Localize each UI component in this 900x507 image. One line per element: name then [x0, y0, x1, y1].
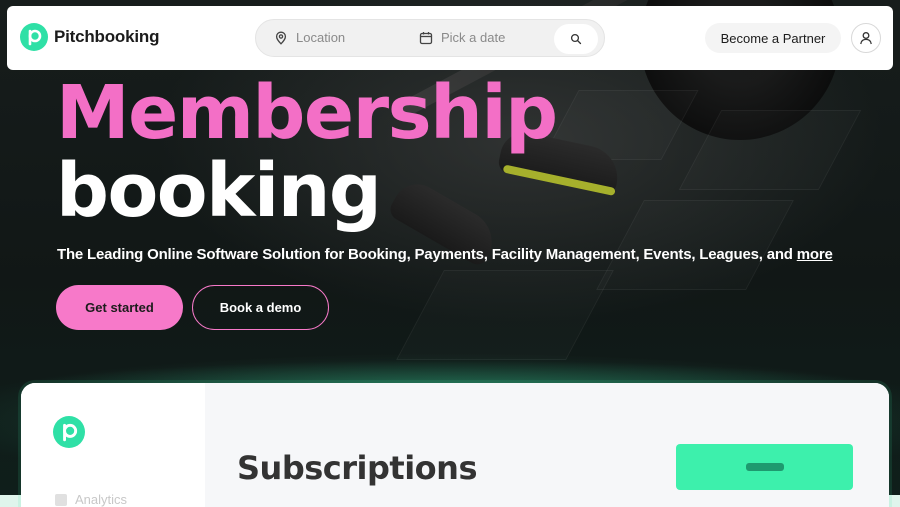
headline-line-1: Membership	[56, 70, 558, 156]
date-input[interactable]: Pick a date	[419, 30, 505, 45]
tagline-text: The Leading Online Software Solution for…	[57, 246, 797, 263]
user-icon	[860, 32, 872, 45]
top-navbar: Pitchbooking Location Pick a date Become…	[7, 6, 893, 70]
book-demo-button[interactable]: Book a demo	[192, 285, 329, 330]
preview-nav-label: Analytics	[75, 492, 128, 507]
become-partner-button[interactable]: Become a Partner	[705, 23, 841, 53]
date-placeholder: Pick a date	[441, 30, 506, 45]
location-pin-icon	[275, 31, 287, 45]
brand[interactable]: Pitchbooking	[20, 23, 159, 51]
brand-name: Pitchbooking	[54, 27, 160, 46]
headline-line-2: booking	[56, 148, 382, 234]
user-account-button[interactable]	[851, 23, 881, 53]
preview-title: Subscriptions	[237, 449, 477, 487]
location-input[interactable]: Location	[274, 30, 345, 45]
preview-logo-icon	[53, 416, 85, 448]
more-link[interactable]: more	[797, 246, 833, 263]
search-button[interactable]	[554, 24, 598, 54]
preview-action-button	[676, 444, 853, 490]
hero-tagline: The Leading Online Software Solution for…	[57, 246, 833, 263]
floor-tile	[396, 270, 614, 360]
hero-headline: Membership booking	[56, 70, 558, 234]
dashboard-preview: Analytics Subscriptions	[21, 383, 889, 507]
preview-nav-analytics: Analytics	[55, 492, 127, 507]
analytics-icon	[55, 493, 67, 506]
preview-sidebar: Analytics	[21, 383, 205, 507]
preview-action-placeholder	[745, 463, 784, 471]
calendar-icon	[419, 31, 433, 44]
get-started-button[interactable]: Get started	[56, 285, 183, 330]
pitchbooking-logo-icon	[20, 23, 48, 51]
floor-tile	[596, 200, 794, 290]
search-bar: Location Pick a date	[255, 19, 605, 57]
location-placeholder: Location	[296, 30, 346, 45]
search-icon	[570, 33, 582, 45]
preview-main: Subscriptions	[205, 383, 889, 507]
